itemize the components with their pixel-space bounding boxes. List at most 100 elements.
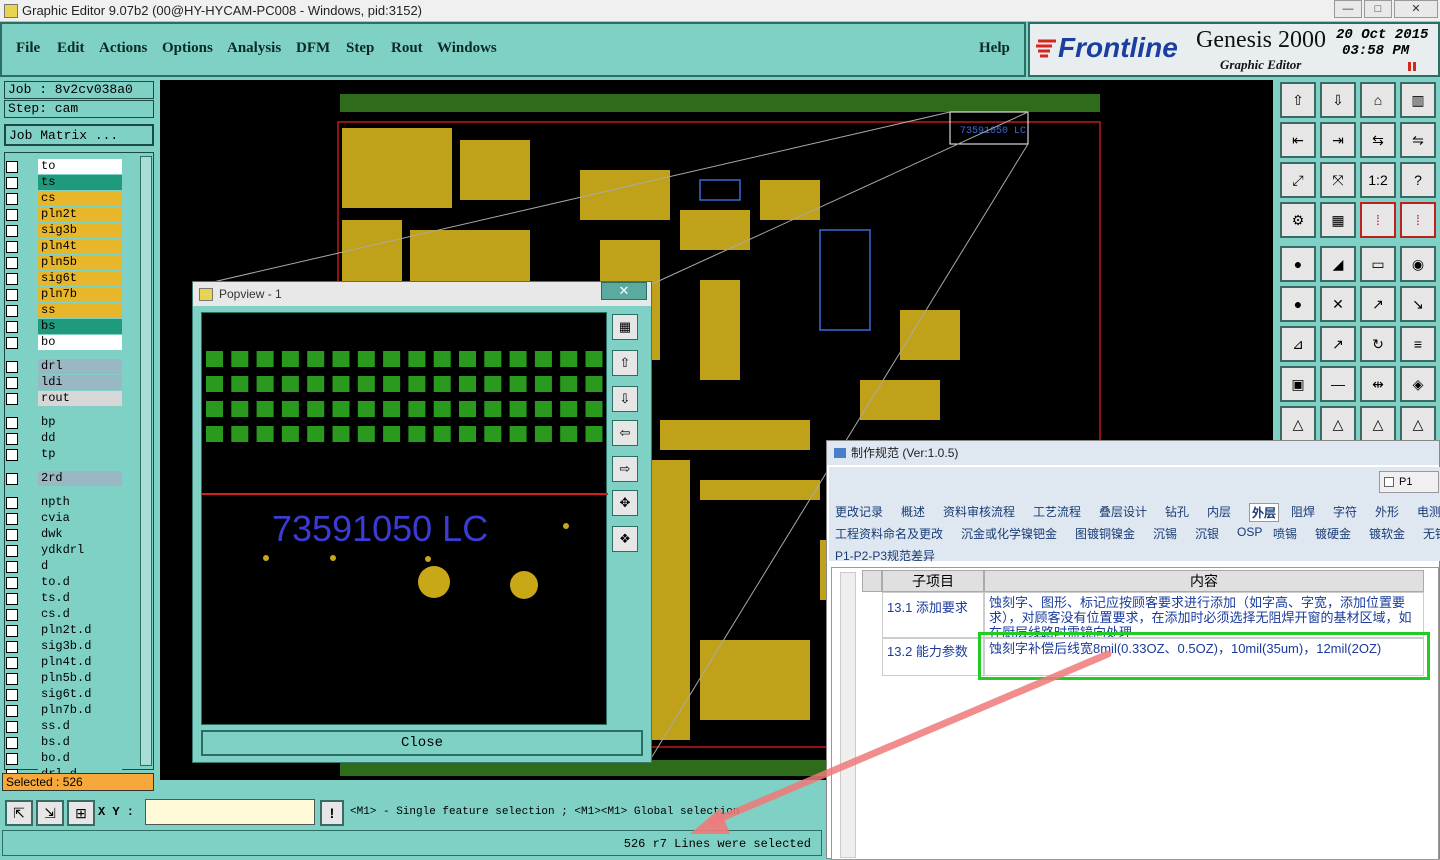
pan-left-icon[interactable]: ⇤ [1280, 122, 1316, 158]
align-icon[interactable]: ≡ [1400, 326, 1436, 362]
zoom-out-icon[interactable]: ⇩ [1320, 82, 1356, 118]
layer-name[interactable]: sig6t [38, 271, 122, 286]
layer-row-tp[interactable]: tp [6, 447, 124, 462]
tab-tabs_row2-3[interactable]: 沉锡 [1153, 525, 1177, 542]
redraw-icon[interactable]: ⇋ [1400, 122, 1436, 158]
tab-tabs_row2-0[interactable]: 工程资料命名及更改 [835, 525, 943, 542]
layer-checkbox[interactable] [6, 689, 18, 701]
layer-checkbox[interactable] [6, 513, 18, 525]
group-icon[interactable]: ▣ [1280, 366, 1316, 402]
resize-icon[interactable]: ⇹ [1360, 366, 1396, 402]
layer-row-pln4t-d[interactable]: pln4t.d [6, 655, 124, 670]
tab-tabs_row1-4[interactable]: 叠层设计 [1099, 503, 1147, 520]
layer-row-dwk[interactable]: dwk [6, 527, 124, 542]
layer-checkbox[interactable] [6, 209, 18, 221]
tab-tabs_row2-5[interactable]: OSP [1237, 525, 1262, 539]
layer-row-ts-d[interactable]: ts.d [6, 591, 124, 606]
polygon-icon[interactable]: ◢ [1320, 246, 1356, 282]
xy-input[interactable] [145, 799, 315, 825]
layer-checkbox[interactable] [6, 273, 18, 285]
triangle-b-icon[interactable]: △ [1400, 406, 1436, 442]
tab-tabs_row1-0[interactable]: 更改记录 [835, 503, 883, 520]
layer-row-bs-d[interactable]: bs.d [6, 735, 124, 750]
layer-alt-icon[interactable]: ⁞ [1400, 202, 1436, 238]
layer-name[interactable]: ydkdrl [38, 543, 122, 558]
tab-tabs_row2-8[interactable]: 镀软金 [1369, 525, 1405, 542]
popview-close-icon[interactable]: ✕ [601, 282, 647, 300]
tab-tabs_row2-9[interactable]: 无铅 [1423, 525, 1440, 542]
tab-tabs_row1-9[interactable]: 字符 [1333, 503, 1357, 520]
layer-checkbox[interactable] [6, 193, 18, 205]
layer-name[interactable]: bs [38, 319, 122, 334]
ruler-icon[interactable]: ▭ [1360, 246, 1396, 282]
layer-checkbox[interactable] [6, 673, 18, 685]
menu-step[interactable]: Step [346, 40, 374, 57]
layer-row-bo[interactable]: bo [6, 335, 124, 350]
layer-row-bp[interactable]: bp [6, 415, 124, 430]
delete-icon[interactable]: ✕ [1320, 286, 1356, 322]
grid-icon[interactable]: ▦ [1320, 202, 1356, 238]
popview-canvas[interactable]: 73591050 LC [201, 312, 608, 725]
layer-checkbox[interactable] [6, 361, 18, 373]
pan-right-icon[interactable]: ⇥ [1320, 122, 1356, 158]
snap-icon[interactable]: ● [1280, 246, 1316, 282]
layer-checkbox[interactable] [6, 641, 18, 653]
layer-name[interactable]: cvia [38, 511, 122, 526]
layer-row-pln2t[interactable]: pln2t [6, 207, 124, 222]
layer-checkbox[interactable] [6, 753, 18, 765]
menu-dfm[interactable]: DFM [296, 40, 330, 57]
layer-name[interactable]: sig6t.d [38, 687, 122, 702]
menu-options[interactable]: Options [162, 40, 213, 57]
layer-row-d[interactable]: d [6, 559, 124, 574]
layer-checkbox[interactable] [6, 609, 18, 621]
layer-checkbox[interactable] [6, 577, 18, 589]
fit-icon[interactable]: ⤢ [1280, 162, 1316, 198]
layer-name[interactable]: 2rd [38, 471, 122, 486]
layer-row-ss[interactable]: ss [6, 303, 124, 318]
tab-tabs_row1-7[interactable]: 外层 [1249, 503, 1280, 522]
menu-actions[interactable]: Actions [99, 40, 147, 57]
layer-list-scrollbar[interactable] [140, 156, 152, 766]
layer-name[interactable]: dwk [38, 527, 122, 542]
rotate-icon[interactable]: ↻ [1360, 326, 1396, 362]
tab-tabs_row1-1[interactable]: 概述 [901, 503, 925, 520]
help-icon[interactable]: ? [1400, 162, 1436, 198]
popview-zoom-fit-icon[interactable]: ✥ [612, 490, 638, 516]
menu-help[interactable]: Help [979, 40, 1010, 57]
connect-icon[interactable]: ● [1280, 286, 1316, 322]
popview-zoom-home-icon[interactable]: ❖ [612, 526, 638, 552]
layer-name[interactable]: ts [38, 175, 122, 190]
layer-checkbox[interactable] [6, 737, 18, 749]
p1-checkbox[interactable] [1384, 477, 1394, 487]
layer-checkbox[interactable] [6, 377, 18, 389]
maximize-button[interactable]: □ [1364, 0, 1392, 18]
layer-checkbox[interactable] [6, 705, 18, 717]
layer-checkbox[interactable] [6, 305, 18, 317]
layer-name[interactable]: to [38, 159, 122, 174]
layer-row-pln7b[interactable]: pln7b [6, 287, 124, 302]
scale-icon[interactable]: 1:2 [1360, 162, 1396, 198]
tab-tabs_row1-3[interactable]: 工艺流程 [1033, 503, 1081, 520]
tab-tabs_row2-6[interactable]: 喷锡 [1273, 525, 1297, 542]
layer-checkbox[interactable] [6, 561, 18, 573]
layer-row-npth[interactable]: npth [6, 495, 124, 510]
layer-row-drl[interactable]: drl [6, 359, 124, 374]
menu-edit[interactable]: Edit [57, 40, 85, 57]
layer-checkbox[interactable] [6, 721, 18, 733]
menu-windows[interactable]: Windows [437, 40, 497, 57]
tab-tabs_row1-5[interactable]: 钻孔 [1165, 503, 1189, 520]
tab-tabs_row2-7[interactable]: 镀硬金 [1315, 525, 1351, 542]
layer-name[interactable]: bs.d [38, 735, 122, 750]
zoom-in-icon[interactable]: ⇧ [1280, 82, 1316, 118]
layer-row-pln5b-d[interactable]: pln5b.d [6, 671, 124, 686]
layer-name[interactable]: dd [38, 431, 122, 446]
line-icon[interactable]: ↗ [1320, 326, 1356, 362]
pad-icon[interactable]: ◉ [1400, 246, 1436, 282]
layer-row-ldi[interactable]: ldi [6, 375, 124, 390]
layer-name[interactable]: sig3b [38, 223, 122, 238]
layer-checkbox[interactable] [6, 657, 18, 669]
layer-row-cvia[interactable]: cvia [6, 511, 124, 526]
layer-row-to[interactable]: to [6, 159, 124, 174]
grid-vertical-scrollbar[interactable] [840, 572, 856, 858]
measure-tool-icon[interactable]: ⇲ [36, 800, 64, 826]
